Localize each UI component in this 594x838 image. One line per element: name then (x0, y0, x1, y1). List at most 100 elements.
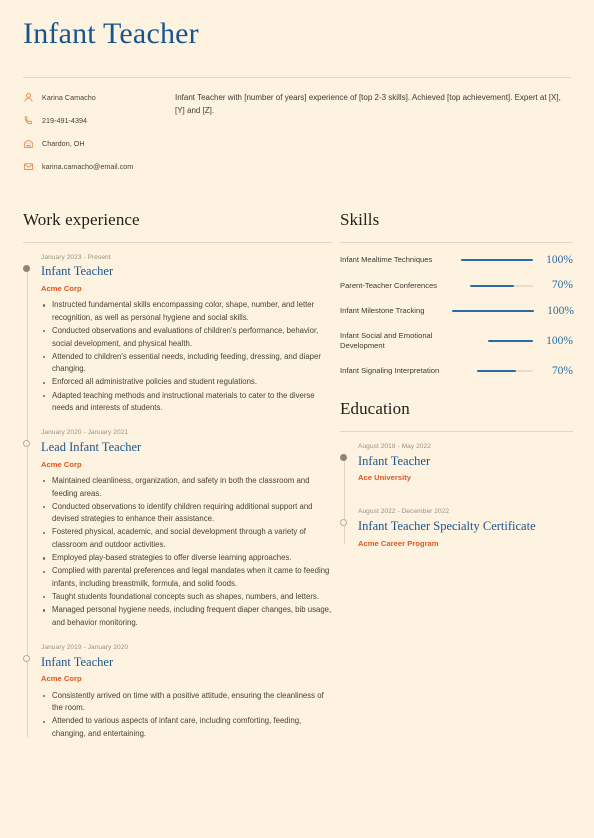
main-columns: Work experience January 2023 - Present I… (0, 210, 594, 741)
work-entry-title: Infant Teacher (41, 264, 114, 279)
work-entry: January 2019 - January 2020 Infant Teach… (23, 643, 332, 741)
contact-item-phone[interactable]: 219-491-4394 (23, 115, 150, 126)
list-item: Employed play-based strategies to offer … (41, 552, 332, 565)
list-item: Conducted observations to identify child… (41, 501, 332, 526)
skill-bar-fill (477, 370, 517, 373)
skill-bar-track (470, 284, 533, 287)
phone-icon (23, 115, 34, 126)
skill-percent: 70% (551, 364, 573, 377)
work-entry: January 2023 - Present Infant Teacher Ac… (23, 253, 332, 430)
contact-item-location: Chardon, OH (23, 138, 150, 149)
skill-name: Infant Signaling Interpretation (340, 366, 440, 376)
work-experience-section: Work experience January 2023 - Present I… (23, 210, 332, 741)
skill-bar-track (461, 259, 533, 262)
work-experience-heading: Work experience (23, 210, 140, 229)
skill-percent: 100% (547, 304, 574, 317)
email-icon (23, 161, 34, 172)
contact-list: Karina Camacho 219-491-4394 Chardon, OH … (23, 92, 150, 172)
timeline-marker-icon (340, 519, 347, 527)
skill-bar-track (452, 310, 534, 313)
skill-bar-track (488, 340, 533, 343)
work-entry-org: Acme Corp (41, 459, 82, 469)
list-item: Enforced all administrative policies and… (41, 376, 332, 389)
work-entry-bullets: Maintained cleanliness, organization, an… (41, 475, 332, 630)
education-heading: Education (340, 399, 410, 419)
education-entry-title: Infant Teacher (358, 453, 431, 468)
contact-summary-row: Karina Camacho 219-491-4394 Chardon, OH … (0, 78, 594, 172)
list-item: Maintained cleanliness, organization, an… (41, 475, 332, 500)
skill-name: Parent-Teacher Conferences (340, 280, 438, 290)
work-entry-date: January 2020 - January 2021 (41, 429, 129, 437)
person-icon (23, 92, 34, 103)
skills-divider (340, 241, 573, 243)
work-entry-org: Acme Corp (41, 284, 82, 294)
list-item: Consistently arrived on time with a posi… (41, 690, 332, 715)
work-experience-divider (23, 241, 332, 243)
timeline-marker-icon (23, 654, 30, 662)
work-entry-date: January 2023 - Present (41, 253, 111, 261)
skill-bar-wrap (452, 340, 539, 343)
contact-location-text: Chardon, OH (42, 138, 85, 148)
education-timeline: August 2018 - May 2022 Infant Teacher Ac… (340, 443, 573, 548)
building-icon (23, 138, 34, 149)
skill-name: Infant Milestone Tracking (340, 306, 425, 316)
work-entry: January 2020 - January 2021 Lead Infant … (23, 429, 332, 644)
work-entry-date: January 2019 - January 2020 (41, 643, 129, 651)
contact-item-email[interactable]: karina.camacho@email.com (23, 161, 150, 172)
list-item: Attended to children's essential needs, … (41, 351, 332, 376)
skill-bar-wrap (452, 284, 539, 287)
list-item: Taught students foundational concepts su… (41, 591, 332, 604)
skill-bar-track (477, 370, 533, 373)
work-experience-timeline: January 2023 - Present Infant Teacher Ac… (23, 254, 332, 741)
skill-percent: 100% (546, 253, 573, 266)
skills-list: Infant Mealtime Techniques 100% Parent-T… (340, 253, 574, 378)
work-entry-bullets: Consistently arrived on time with a posi… (41, 690, 332, 741)
skill-percent: 70% (551, 279, 573, 292)
list-item: Managed personal hygiene needs, includin… (41, 604, 332, 629)
education-divider (340, 430, 573, 432)
list-item: Adapted teaching methods and instruction… (41, 390, 332, 415)
skill-bar-fill (461, 259, 533, 262)
work-entry-title: Infant Teacher (41, 654, 114, 669)
skills-heading: Skills (340, 210, 380, 229)
skill-row: Infant Social and Emotional Development … (340, 331, 573, 352)
work-entry-org: Acme Corp (41, 674, 82, 684)
timeline-marker-icon (340, 453, 347, 461)
education-entry-org: Ace University (358, 473, 412, 483)
timeline-marker-icon (23, 264, 30, 272)
education-entry-date: August 2018 - May 2022 (358, 442, 431, 450)
summary-block: Infant Teacher with [number of years] ex… (150, 92, 571, 172)
page-title: Infant Teacher (23, 17, 199, 50)
contact-name-text: Karina Camacho (42, 92, 96, 102)
contact-phone-text: 219-491-4394 (42, 115, 88, 125)
list-item: Complied with parental preferences and l… (41, 565, 332, 590)
skill-row: Infant Mealtime Techniques 100% (340, 253, 573, 267)
skill-bar-wrap (452, 370, 539, 373)
skill-bar-fill (452, 310, 534, 313)
education-entry-title: Infant Teacher Specialty Certificate (358, 519, 536, 534)
skill-row: Parent-Teacher Conferences 70% (340, 280, 573, 292)
education-entry: August 2018 - May 2022 Infant Teacher Ac… (340, 442, 573, 497)
right-column: Skills Infant Mealtime Techniques 100% P… (332, 210, 574, 741)
resume-page: Infant Teacher Karina Camacho 219-491-43… (0, 0, 594, 838)
contact-item-name: Karina Camacho (23, 92, 150, 103)
skill-bar-wrap (452, 310, 540, 313)
contact-email-text: karina.camacho@email.com (42, 161, 134, 171)
work-entry-title: Lead Infant Teacher (41, 440, 142, 455)
timeline-marker-icon (23, 440, 30, 448)
list-item: Attended to various aspects of infant ca… (41, 715, 332, 740)
skill-name: Infant Social and Emotional Development (340, 331, 433, 351)
skill-bar-fill (470, 284, 515, 287)
resume-header: Infant Teacher (0, 0, 594, 78)
skill-row: Infant Milestone Tracking 100% (340, 304, 574, 318)
skill-name: Infant Mealtime Techniques (340, 255, 433, 265)
education-section: Education August 2018 - May 2022 Infant … (340, 399, 573, 548)
skill-bar-wrap (452, 259, 539, 262)
list-item: Instructed fundamental skills encompassi… (41, 299, 332, 324)
list-item: Conducted observations and evaluations o… (41, 325, 332, 350)
list-item: Fostered physical, academic, and social … (41, 526, 332, 551)
skill-percent: 100% (546, 334, 573, 347)
summary-text: Infant Teacher with [number of years] ex… (175, 93, 561, 115)
work-entry-bullets: Instructed fundamental skills encompassi… (41, 299, 332, 415)
education-entry-org: Acme Career Program (358, 538, 439, 548)
